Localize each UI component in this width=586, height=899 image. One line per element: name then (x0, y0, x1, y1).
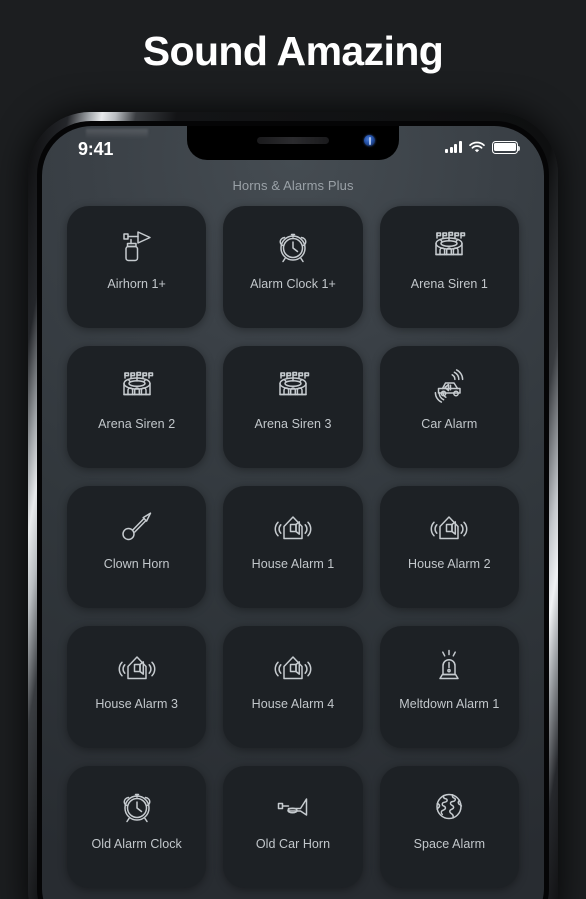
phone-bezel: 9:41 Horns & Alarms Plus Airhorn 1+ Alar… (37, 121, 549, 899)
wifi-icon (469, 141, 485, 153)
sound-tile-meltdown-alarm-1[interactable]: Meltdown Alarm 1 (379, 626, 519, 748)
stadium-icon (270, 363, 316, 409)
status-bar: 9:41 (42, 126, 544, 170)
sound-label: Alarm Clock 1+ (250, 277, 336, 291)
stadium-icon (426, 223, 472, 269)
sound-tile-old-alarm-clock[interactable]: Old Alarm Clock (67, 766, 207, 888)
alarm-clock-icon (270, 223, 316, 269)
sound-tile-clown-horn[interactable]: Clown Horn (67, 486, 207, 608)
sound-label: Old Alarm Clock (91, 837, 182, 851)
stadium-icon (114, 363, 160, 409)
sound-label: Arena Siren 1 (410, 277, 488, 291)
sound-tile-arena-siren-2[interactable]: Arena Siren 2 (67, 346, 207, 468)
clown-horn-icon (114, 503, 160, 549)
house-alarm-icon (426, 503, 472, 549)
status-bar-indicators (445, 141, 521, 154)
trumpet-horn-icon (270, 783, 316, 829)
sound-tile-arena-siren-3[interactable]: Arena Siren 3 (223, 346, 363, 468)
sound-label: Arena Siren 2 (98, 417, 176, 431)
battery-full-icon (492, 141, 521, 154)
status-bar-clock: 9:41 (78, 139, 114, 159)
page-title: Sound Amazing (142, 28, 444, 74)
sound-grid: Airhorn 1+ Alarm Clock 1+ Arena Siren 1 … (42, 206, 544, 888)
sound-label: House Alarm 1 (251, 557, 335, 571)
sound-tile-alarm-clock-1-plus[interactable]: Alarm Clock 1+ (223, 206, 363, 328)
sound-label: Meltdown Alarm 1 (399, 697, 500, 711)
sound-tile-house-alarm-4[interactable]: House Alarm 4 (223, 626, 363, 748)
app-title: Horns & Alarms Plus (232, 178, 354, 193)
house-alarm-icon (114, 643, 160, 689)
sound-tile-arena-siren-1[interactable]: Arena Siren 1 (379, 206, 519, 328)
globe-icon (426, 783, 472, 829)
house-alarm-icon (270, 503, 316, 549)
sound-label: Space Alarm (413, 837, 486, 851)
airhorn-icon (114, 223, 160, 269)
sound-label: Clown Horn (103, 557, 170, 571)
sound-tile-house-alarm-2[interactable]: House Alarm 2 (379, 486, 519, 608)
sound-tile-airhorn-1-plus[interactable]: Airhorn 1+ (67, 206, 207, 328)
sound-label: House Alarm 2 (408, 557, 491, 571)
sound-label: House Alarm 3 (95, 697, 178, 711)
alarm-clock-icon (114, 783, 160, 829)
sound-tile-car-alarm[interactable]: Car Alarm (379, 346, 519, 468)
siren-beacon-icon (426, 643, 472, 689)
sound-tile-space-alarm[interactable]: Space Alarm (379, 766, 519, 888)
sound-tile-house-alarm-3[interactable]: House Alarm 3 (67, 626, 207, 748)
sound-label: Car Alarm (421, 417, 478, 431)
phone-screen: 9:41 Horns & Alarms Plus Airhorn 1+ Alar… (42, 126, 544, 899)
sound-label: Old Car Horn (255, 837, 331, 851)
sound-tile-old-car-horn[interactable]: Old Car Horn (223, 766, 363, 888)
screenshot-root: Sound Amazing 9:41 Horns & Alarms Plus A… (0, 0, 586, 899)
sound-label: Airhorn 1+ (107, 277, 166, 291)
sound-label: Arena Siren 3 (254, 417, 332, 431)
sound-label: House Alarm 4 (251, 697, 335, 711)
cellular-bars-icon (445, 141, 462, 154)
phone-device-frame: 9:41 Horns & Alarms Plus Airhorn 1+ Alar… (28, 112, 558, 899)
sound-tile-house-alarm-1[interactable]: House Alarm 1 (223, 486, 363, 608)
car-alarm-icon (426, 363, 472, 409)
house-alarm-icon (270, 643, 316, 689)
